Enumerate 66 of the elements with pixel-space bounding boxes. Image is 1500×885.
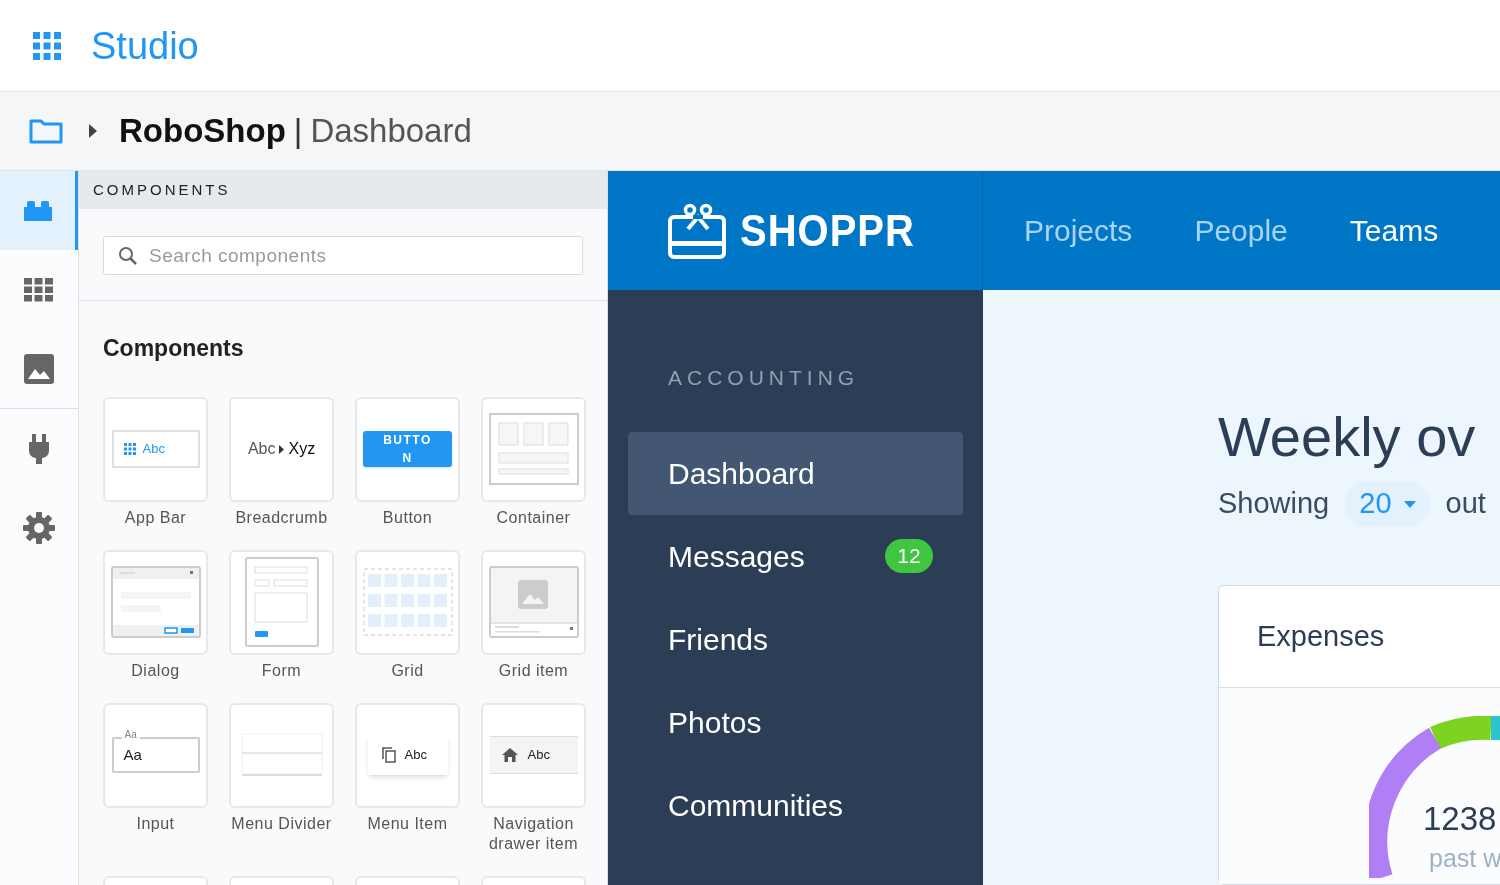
- component-tile[interactable]: [481, 549, 586, 655]
- button-preview: BUTTON: [363, 431, 452, 467]
- nav-link[interactable]: Teams: [1349, 208, 1439, 253]
- component-tile[interactable]: Abc Xyz: [229, 396, 334, 502]
- page-name: Dashboard: [310, 111, 472, 152]
- component-tile[interactable]: Abc: [355, 702, 460, 808]
- count-badge: 12: [885, 539, 933, 573]
- caret-icon: [279, 444, 285, 454]
- page-heading: Weekly ov: [1218, 404, 1477, 470]
- preview-text: Abc: [527, 746, 550, 765]
- component-label: Breadcrumb: [234, 507, 329, 528]
- card-title: Expenses: [1257, 618, 1385, 654]
- image-icon: [24, 353, 54, 384]
- preview-text: Abc: [142, 440, 165, 459]
- sidebar-item[interactable]: Communities: [628, 763, 963, 847]
- component-label: Navigation drawer item: [487, 813, 580, 854]
- component-label: Menu Item: [366, 813, 449, 834]
- project-name[interactable]: RoboShop: [119, 106, 286, 156]
- sidebar-item[interactable]: Photos: [628, 680, 963, 764]
- component-label: Form: [260, 660, 303, 681]
- component-tile[interactable]: Abc: [481, 702, 586, 808]
- sidebar-section-label: ACCOUNTING: [667, 365, 861, 391]
- component-label: Grid: [390, 660, 425, 681]
- panel-header: COMPONENTS: [79, 171, 607, 209]
- preview-text: Abc: [404, 746, 427, 765]
- apps-icon: [123, 443, 136, 455]
- section-title: Components: [102, 334, 245, 363]
- component-label: Dialog: [130, 660, 181, 681]
- caret-icon: [89, 124, 97, 138]
- component-label: Input: [135, 813, 176, 834]
- component-tile[interactable]: [229, 702, 334, 808]
- search-icon: [118, 246, 138, 266]
- sidebar-item[interactable]: Messages 12: [628, 514, 963, 598]
- plug-icon: [29, 433, 49, 464]
- component-tile[interactable]: [103, 549, 208, 655]
- search-field[interactable]: Search components: [103, 236, 583, 275]
- total-value: 1238: [1423, 802, 1497, 835]
- copy-icon: [381, 747, 396, 763]
- logo-text: SHOPPR: [740, 205, 915, 257]
- home-icon: [501, 748, 518, 762]
- dropdown-caret-icon: [1403, 500, 1416, 508]
- breadcrumb-separator: |: [293, 111, 303, 152]
- folder-icon[interactable]: [29, 118, 63, 144]
- component-label: Container: [495, 507, 572, 528]
- sidebar-item[interactable]: Dashboard: [628, 431, 963, 515]
- preview-text: Abc: [247, 439, 276, 459]
- preview-label: Aa: [121, 730, 140, 740]
- component-label: Menu Divider: [230, 813, 333, 834]
- component-tile[interactable]: [355, 549, 460, 655]
- component-tile[interactable]: [229, 549, 334, 655]
- grid-icon: [24, 277, 54, 302]
- apps-icon[interactable]: [33, 31, 61, 60]
- settings-icon: [23, 511, 55, 544]
- component-label: App Bar: [123, 507, 188, 528]
- sidebar-item[interactable]: Friends: [628, 597, 963, 681]
- component-label: Grid item: [497, 660, 570, 681]
- component-label: Button: [381, 507, 434, 528]
- out-label: out: [1445, 486, 1486, 522]
- component-tile[interactable]: [481, 396, 586, 502]
- component-tile[interactable]: Aa Aa: [103, 702, 208, 808]
- preview-text: Aa: [123, 744, 142, 765]
- preview-text: Xyz: [288, 439, 316, 459]
- gift-card-icon: [668, 202, 726, 259]
- showing-label: Showing: [1218, 486, 1330, 522]
- app-title: Studio: [91, 26, 199, 65]
- blocks-icon: [23, 200, 52, 221]
